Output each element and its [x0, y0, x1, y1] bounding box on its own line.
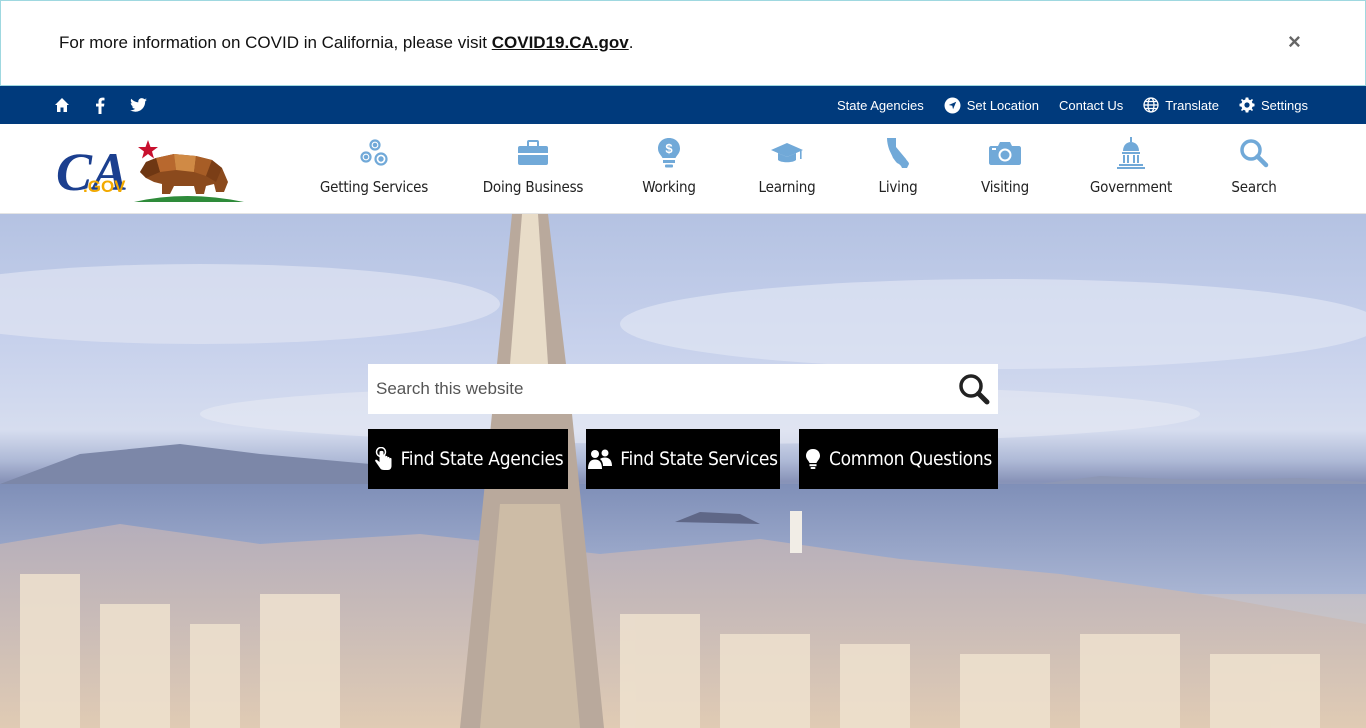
facebook-icon[interactable] [90, 95, 110, 115]
camera-icon [988, 136, 1022, 170]
state-agencies-link[interactable]: State Agencies [837, 98, 924, 113]
covid-link[interactable]: COVID19.CA.gov [492, 33, 629, 52]
nav-government[interactable]: Government [1068, 124, 1194, 213]
utility-links: State Agencies Set Location Contact Us T… [837, 86, 1308, 124]
alert-message: For more information on COVID in Califor… [59, 33, 634, 52]
nav-living[interactable]: Living [854, 124, 942, 213]
utility-bar: State Agencies Set Location Contact Us T… [0, 86, 1366, 124]
site-search-box [368, 364, 998, 414]
social-links [52, 86, 148, 124]
common-questions-button[interactable]: Common Questions [799, 429, 998, 489]
contact-us-link[interactable]: Contact Us [1059, 98, 1123, 113]
find-state-agencies-button[interactable]: Find State Agencies [368, 429, 568, 489]
find-state-services-button[interactable]: Find State Services [586, 429, 780, 489]
svg-text:.GOV: .GOV [83, 177, 126, 196]
people-icon [588, 449, 613, 469]
pointer-hand-icon [374, 447, 392, 470]
set-location-link[interactable]: Set Location [944, 97, 1039, 114]
svg-text:$: $ [665, 141, 673, 156]
gear-icon [1239, 97, 1255, 113]
search-icon [1237, 136, 1271, 170]
nav-doing-business[interactable]: Doing Business [448, 124, 618, 213]
nav-search[interactable]: Search [1194, 124, 1314, 213]
alert-close-button[interactable]: × [1288, 31, 1301, 53]
settings-link[interactable]: Settings [1239, 97, 1308, 113]
search-submit-icon[interactable] [958, 373, 990, 405]
nav-working[interactable]: $ Working [618, 124, 720, 213]
gears-icon [357, 136, 391, 170]
location-icon [944, 97, 961, 113]
california-icon [881, 136, 915, 170]
translate-link[interactable]: Translate [1143, 97, 1219, 113]
globe-icon [1143, 97, 1159, 113]
money-bulb-icon: $ [652, 136, 686, 170]
search-input[interactable] [368, 364, 928, 414]
covid-alert-banner: For more information on COVID in Califor… [0, 0, 1366, 86]
site-header: CA .GOV Getting Services Doing Business … [0, 124, 1366, 214]
ca-gov-logo[interactable]: CA .GOV [56, 132, 246, 202]
hero-banner: Find State Agencies Find State Services … [0, 214, 1366, 728]
briefcase-icon [516, 136, 550, 170]
main-nav: Getting Services Doing Business $ Workin… [300, 124, 1314, 213]
nav-getting-services[interactable]: Getting Services [300, 124, 448, 213]
twitter-icon[interactable] [128, 95, 148, 115]
nav-learning[interactable]: Learning [720, 124, 854, 213]
nav-visiting[interactable]: Visiting [942, 124, 1068, 213]
lightbulb-icon [806, 449, 820, 469]
capitol-icon [1114, 136, 1148, 170]
graduation-cap-icon [770, 136, 804, 170]
home-icon[interactable] [52, 95, 72, 115]
